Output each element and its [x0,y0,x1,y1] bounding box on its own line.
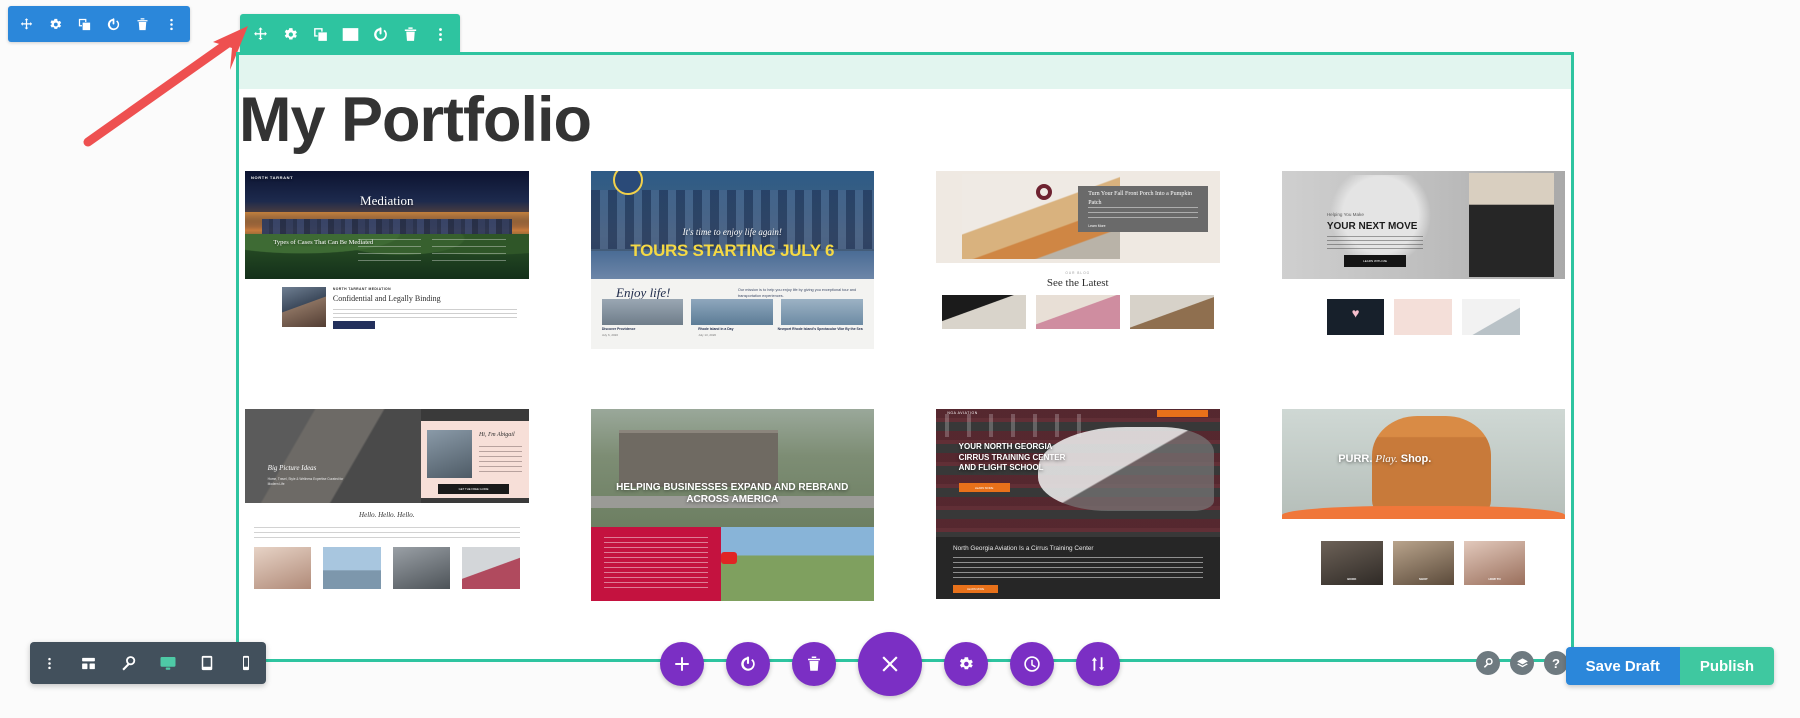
portfolio-grid: NORTH TARRANT Mediation Types of Cases T… [239,171,1571,659]
tablet-icon[interactable] [190,642,224,684]
row-toolbar [8,6,190,42]
shot-script-headline: Big Picture Ideas [267,463,317,472]
shot-headline-bold: PURR. [1338,453,1373,465]
row-duplicate-icon[interactable] [70,6,99,42]
shot-card-cta: GET THE FREE GUIDE [438,483,510,495]
wireframe-icon[interactable] [72,642,106,684]
thumb-date: July 13, 2020 [698,333,717,337]
more-options-icon[interactable] [33,642,67,684]
shot-body-headline: North Georgia Aviation Is a Cirrus Train… [953,545,1094,552]
publish-button[interactable]: Publish [1679,647,1774,685]
portfolio-item-rebrand[interactable]: HELPING BUSINESSES EXPAND AND REBRAND AC… [590,409,874,621]
help-glyph: ? [1552,655,1560,671]
page-section[interactable]: My Portfolio NORTH TARRANT Mediation Typ… [236,52,1574,662]
shot-body-headline: Confidential and Legally Binding [332,294,441,303]
section-columns-icon[interactable] [335,14,365,55]
thumb-title: Newport Rhode Island's Spectacular Vibe … [777,327,863,331]
toggle-builder-button[interactable] [726,642,770,686]
section-gear-icon[interactable] [275,14,305,55]
add-section-button[interactable] [660,642,704,686]
history-icon[interactable] [1010,642,1054,686]
shot-body-headline: See the Latest [1046,277,1109,289]
shot-body-cta: LEARN MORE [953,585,999,593]
thumb-title: Rhode Island in a Day [698,327,734,331]
zoom-icon[interactable] [1476,651,1500,675]
shot-headline: HELPING BUSINESSES EXPAND AND REBRAND AC… [616,482,849,505]
shot-eyebrow: Helping You Make [1326,212,1364,218]
portfolio-item-mediation[interactable]: NORTH TARRANT Mediation Types of Cases T… [245,171,529,383]
page-settings-button[interactable] [944,642,988,686]
shot-cta: LEARN WITH ME [1343,255,1407,268]
portfolio-item-tours[interactable]: It's time to enjoy life again! TOURS STA… [590,171,874,383]
portfolio-item-next-move[interactable]: Helping You Make YOUR NEXT MOVE LEARN WI… [1281,171,1565,383]
builder-main-menu [660,632,1120,696]
section-duplicate-icon[interactable] [305,14,335,55]
shot-headline: TOURS STARTING JULY 6 [630,241,835,260]
help-icon[interactable]: ? [1544,651,1568,675]
builder-utility-icons: ? [1476,651,1568,675]
shot-card-link: Learn More [1088,224,1106,229]
thumb-title: Discover Providence [601,327,636,331]
thumb-label: HOW TO [1488,577,1501,581]
shot-cta: LEARN MORE [958,483,1010,493]
row-power-icon[interactable] [99,6,128,42]
row-gear-icon[interactable] [41,6,70,42]
shot-headline: YOUR NEXT MOVE [1326,220,1418,232]
save-draft-button[interactable]: Save Draft [1565,647,1680,685]
save-publish-group: Save Draft Publish [1565,647,1774,685]
shot-card-headline: Turn Your Fall Front Porch Into a Pumpki… [1088,191,1192,207]
view-mode-toolbar [30,642,266,684]
portfolio-item-cat-cafe[interactable]: PURR. Play. Shop. BOOK SHOP HOW TO [1281,409,1565,621]
portability-icon[interactable] [1076,642,1120,686]
shot-card-script: Hi, I'm Abigail [478,432,515,438]
close-menu-button[interactable] [858,632,922,696]
section-toolbar [240,14,460,55]
row-trash-icon[interactable] [128,6,157,42]
divi-visual-builder: My Portfolio NORTH TARRANT Mediation Typ… [0,0,1800,718]
shot-sub-headline: Home, Travel, Style & Wellness Expertise… [267,476,344,486]
shot-body-script: Hello. Hello. Hello. [359,511,415,519]
section-power-icon[interactable] [365,14,395,55]
zoom-icon[interactable] [111,642,145,684]
page-title: My Portfolio [239,85,592,155]
thumb-date: July 6, 2020 [601,333,619,337]
shot-eyebrow: NGA AVIATION [947,411,978,415]
shot-body-eyebrow: OUR BLOG [1065,271,1091,275]
thumb-label: BOOK [1347,577,1357,581]
phone-icon[interactable] [229,642,263,684]
shot-script-headline: It's time to enjoy life again! [682,227,782,237]
desktop-icon[interactable] [151,642,185,684]
portfolio-item-pumpkin-porch[interactable]: Turn Your Fall Front Porch Into a Pumpki… [936,171,1220,383]
shot-body-text: Our mission is to help you enjoy life by… [737,288,857,299]
video-play-icon[interactable] [720,552,737,565]
row-more-options-icon[interactable] [157,6,186,42]
shot-body-eyebrow: NORTH TARRANT MEDIATION [332,287,391,291]
shot-headline: YOUR NORTH GEORGIA CIRRUS TRAINING CENTE… [958,442,1066,473]
section-trash-icon[interactable] [395,14,425,55]
clear-layout-button[interactable] [792,642,836,686]
shot-headline-script: Play. [1375,453,1398,465]
section-hover-tint [239,55,1571,89]
shot-headline-tail: Shop. [1400,453,1432,465]
section-move-icon[interactable] [245,14,275,55]
layers-icon[interactable] [1510,651,1534,675]
row-move-icon[interactable] [12,6,41,42]
portfolio-item-lifestyle-blog[interactable]: Hi, I'm Abigail GET THE FREE GUIDE Big P… [245,409,529,621]
portfolio-item-aviation[interactable]: NGA AVIATION YOUR NORTH GEORGIA CIRRUS T… [936,409,1220,621]
shot-eyebrow: NORTH TARRANT [251,175,294,180]
thumb-label: SHOP [1418,577,1428,581]
section-more-options-icon[interactable] [425,14,455,55]
shot-headline: Mediation [360,193,414,208]
